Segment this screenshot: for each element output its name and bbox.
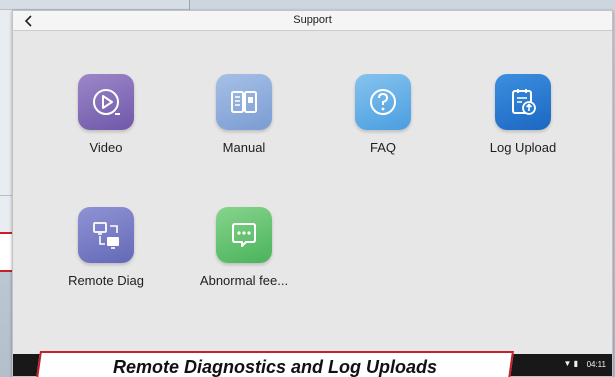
feedback-icon xyxy=(216,207,272,263)
video-icon xyxy=(78,74,134,130)
tile-manual[interactable]: Manual xyxy=(184,74,304,204)
manual-icon xyxy=(216,74,272,130)
tile-log-upload-label: Log Upload xyxy=(489,140,557,155)
tile-faq[interactable]: FAQ xyxy=(323,74,443,204)
tile-log-upload[interactable]: Log Upload xyxy=(463,74,583,204)
support-screen: Support Video Manual FAQ Log Upload Remo… xyxy=(12,10,613,377)
tile-manual-label: Manual xyxy=(222,140,266,155)
log-upload-icon xyxy=(495,74,551,130)
remote-diag-icon xyxy=(78,207,134,263)
background-window-bar xyxy=(0,0,189,10)
title-bar: Support xyxy=(13,11,612,31)
tile-video-label: Video xyxy=(89,140,123,155)
tile-remote-diag[interactable]: Remote Diag xyxy=(46,207,166,337)
faq-icon xyxy=(355,74,411,130)
tile-abnormal-feedback[interactable]: Abnormal fee... xyxy=(184,207,304,337)
page-title: Support xyxy=(293,14,332,26)
status-icons: ▼ ▮ xyxy=(563,359,578,368)
caption-text: Remote Diagnostics and Log Uploads xyxy=(112,357,438,377)
tile-faq-label: FAQ xyxy=(369,140,396,155)
status-time: 04:11 xyxy=(586,360,606,369)
tile-remote-diag-label: Remote Diag xyxy=(68,273,144,288)
tile-abnormal-feedback-label: Abnormal fee... xyxy=(199,273,289,288)
tile-video[interactable]: Video xyxy=(46,74,166,204)
